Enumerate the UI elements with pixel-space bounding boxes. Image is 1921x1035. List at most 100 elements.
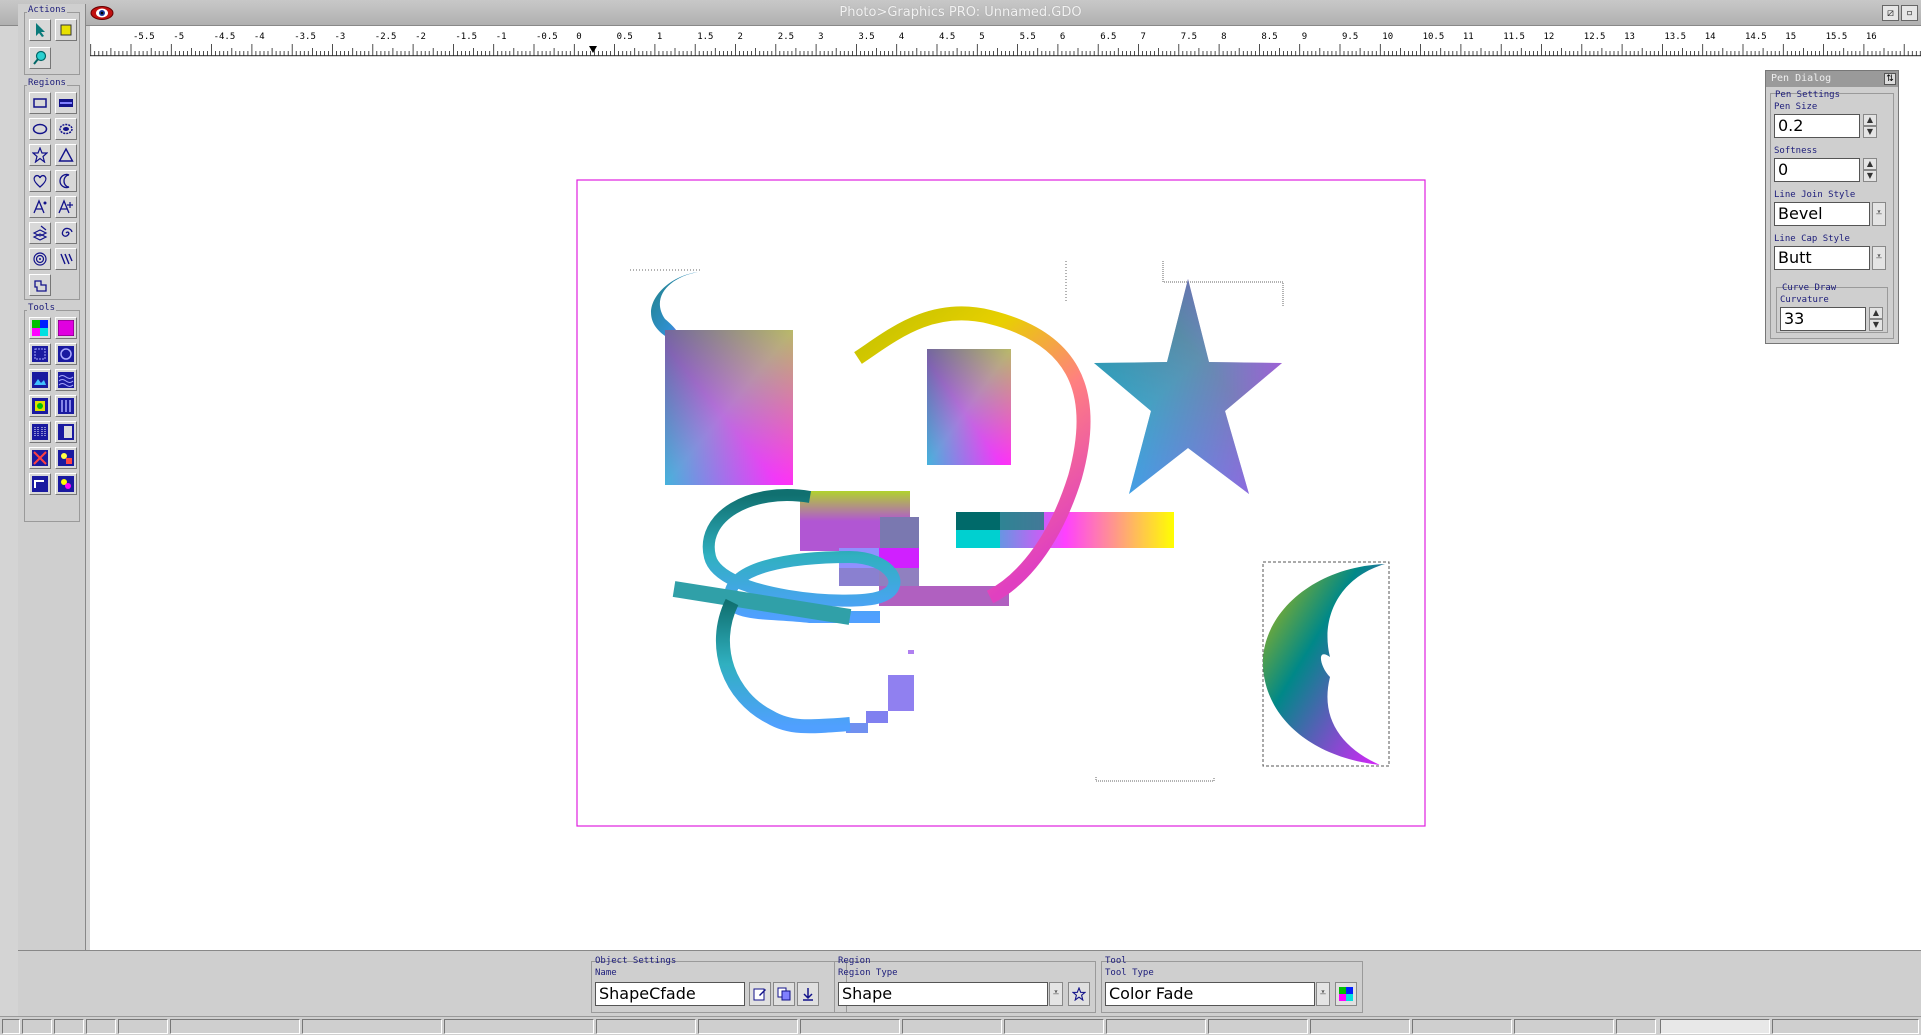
copy-object-button[interactable]	[773, 982, 795, 1006]
frame-icon	[32, 476, 48, 492]
arrow-pointer-icon	[36, 23, 45, 37]
stripes-tool-button[interactable]	[55, 395, 77, 417]
chevron-down-icon: ⩡	[1875, 250, 1883, 263]
status-segment	[1310, 1019, 1410, 1034]
restore-button[interactable]: ⧄	[1882, 5, 1899, 21]
left-tool-panel: Actions Regions Tools	[18, 4, 86, 950]
edit-object-button[interactable]	[749, 982, 771, 1006]
ruler-label: -5.5	[133, 32, 155, 42]
pen-size-spinner[interactable]: ▲ ▼	[1863, 114, 1877, 138]
rectangle-region-button[interactable]	[29, 92, 51, 114]
texture-tool-button[interactable]	[29, 343, 51, 365]
object-name-field[interactable]: ShapeCfade	[595, 982, 745, 1006]
ruler-label: 0.5	[617, 32, 633, 42]
close-button[interactable]: ▫	[1901, 5, 1918, 21]
softness-field[interactable]: 0	[1774, 158, 1860, 182]
tool-type-dropdown-button[interactable]: ⩡	[1316, 982, 1330, 1006]
layers-region-button[interactable]	[29, 222, 51, 244]
brush-region-button[interactable]	[55, 248, 77, 270]
spin-down-icon[interactable]: ▼	[1863, 126, 1877, 138]
drawing-canvas[interactable]	[90, 57, 1921, 950]
freehand-region-button[interactable]	[29, 274, 51, 296]
palette-tool-button[interactable]	[55, 473, 77, 495]
spin-down-icon[interactable]: ▼	[1869, 319, 1883, 331]
ruler-label: 4	[899, 32, 904, 42]
bars-tool-button[interactable]	[29, 421, 51, 443]
ruler-label: -3.5	[294, 32, 316, 42]
star-region-button[interactable]	[29, 144, 51, 166]
ruler-label: 15.5	[1826, 32, 1848, 42]
ring-icon	[59, 123, 73, 135]
filled-rectangle-icon	[59, 99, 73, 107]
text-path-region-button[interactable]	[55, 196, 77, 218]
line-join-dropdown-button[interactable]: ⩡	[1872, 202, 1886, 226]
ruler-label: 13.5	[1664, 32, 1686, 42]
curvature-spinner[interactable]: ▲ ▼	[1869, 307, 1883, 331]
status-segment	[1004, 1019, 1104, 1034]
palette-icon	[58, 476, 74, 492]
regions-label: Regions	[27, 78, 67, 88]
tool-label: Tool	[1105, 956, 1127, 966]
mosaic-tool-button[interactable]	[29, 447, 51, 469]
node-edit-button[interactable]	[55, 19, 77, 41]
ruler-label: 12.5	[1584, 32, 1606, 42]
tool-type-select[interactable]: Color Fade	[1105, 982, 1315, 1006]
solid-fill-icon	[58, 320, 74, 336]
tools-group: Tools	[24, 303, 80, 522]
crescent-region-button[interactable]	[55, 170, 77, 192]
tool-color-fade-button[interactable]	[1335, 982, 1357, 1006]
spin-up-icon[interactable]: ▲	[1869, 307, 1883, 319]
spiral-region-button[interactable]	[29, 248, 51, 270]
heart-region-button[interactable]	[29, 170, 51, 192]
region-type-select[interactable]: Shape	[838, 982, 1048, 1006]
spin-down-icon[interactable]: ▼	[1863, 170, 1877, 182]
swirl-region-button[interactable]	[55, 222, 77, 244]
ruler-label: 1	[657, 32, 662, 42]
pattern-tool-button[interactable]	[29, 395, 51, 417]
radial-tool-button[interactable]	[55, 343, 77, 365]
rounded-rect-region-button[interactable]	[55, 92, 77, 114]
curvature-field[interactable]: 33	[1780, 307, 1866, 331]
anchor-object-button[interactable]	[797, 982, 819, 1006]
solid-fill-tool-button[interactable]	[55, 317, 77, 339]
spin-up-icon[interactable]: ▲	[1863, 114, 1877, 126]
large-crescent-shape[interactable]	[1262, 564, 1385, 765]
region-type-dropdown-button[interactable]: ⩡	[1049, 982, 1063, 1006]
ruler-label: 1.5	[697, 32, 713, 42]
name-label: Name	[595, 968, 617, 978]
text-region-button[interactable]	[29, 196, 51, 218]
ruler-label: 4.5	[939, 32, 955, 42]
ruler-label: 5	[979, 32, 984, 42]
zoom-button[interactable]	[29, 47, 51, 69]
spin-up-icon[interactable]: ▲	[1863, 158, 1877, 170]
gradient-bar-tool-button[interactable]	[55, 421, 77, 443]
image-tool-button[interactable]	[29, 369, 51, 391]
ellipse-region-button[interactable]	[29, 118, 51, 140]
softness-spinner[interactable]: ▲ ▼	[1863, 158, 1877, 182]
region-star-button[interactable]	[1068, 982, 1090, 1006]
line-cap-select[interactable]: Butt	[1774, 246, 1870, 270]
select-arrow-button[interactable]	[29, 19, 51, 41]
line-join-select[interactable]: Bevel	[1774, 202, 1870, 226]
pen-dialog-close-button[interactable]: ⇅	[1884, 73, 1896, 85]
color-fade-tool-button[interactable]	[29, 317, 51, 339]
ring-region-button[interactable]	[55, 118, 77, 140]
ruler-label: -2	[415, 32, 426, 42]
ruler-label: -0.5	[536, 32, 558, 42]
pen-size-field[interactable]: 0.2	[1774, 114, 1860, 138]
triangle-region-button[interactable]	[55, 144, 77, 166]
ruler-label: 14.5	[1745, 32, 1767, 42]
actions-label: Actions	[27, 5, 67, 15]
horizontal-ruler[interactable]: -5.5 -5 -4.5 -4 -3.5 -3 -2.5 -2 -1.5 -1 -0.5 0 0.5 1 1…	[90, 26, 1921, 56]
object-settings-label: Object Settings	[595, 956, 677, 966]
wave-icon	[58, 372, 74, 388]
effects-tool-button[interactable]	[55, 447, 77, 469]
chevron-down-icon: ⩡	[1052, 986, 1060, 999]
wave-tool-button[interactable]	[55, 369, 77, 391]
ruler-scale: -5.5 -5 -4.5 -4 -3.5 -3 -2.5 -2 -1.5 -1 -0.5 0 0.5 1 1…	[90, 32, 1921, 56]
frame-tool-button[interactable]	[29, 473, 51, 495]
ruler-label: 10.5	[1423, 32, 1445, 42]
line-cap-dropdown-button[interactable]: ⩡	[1872, 246, 1886, 270]
status-segment	[1412, 1019, 1512, 1034]
region-type-label: Region Type	[838, 968, 898, 978]
